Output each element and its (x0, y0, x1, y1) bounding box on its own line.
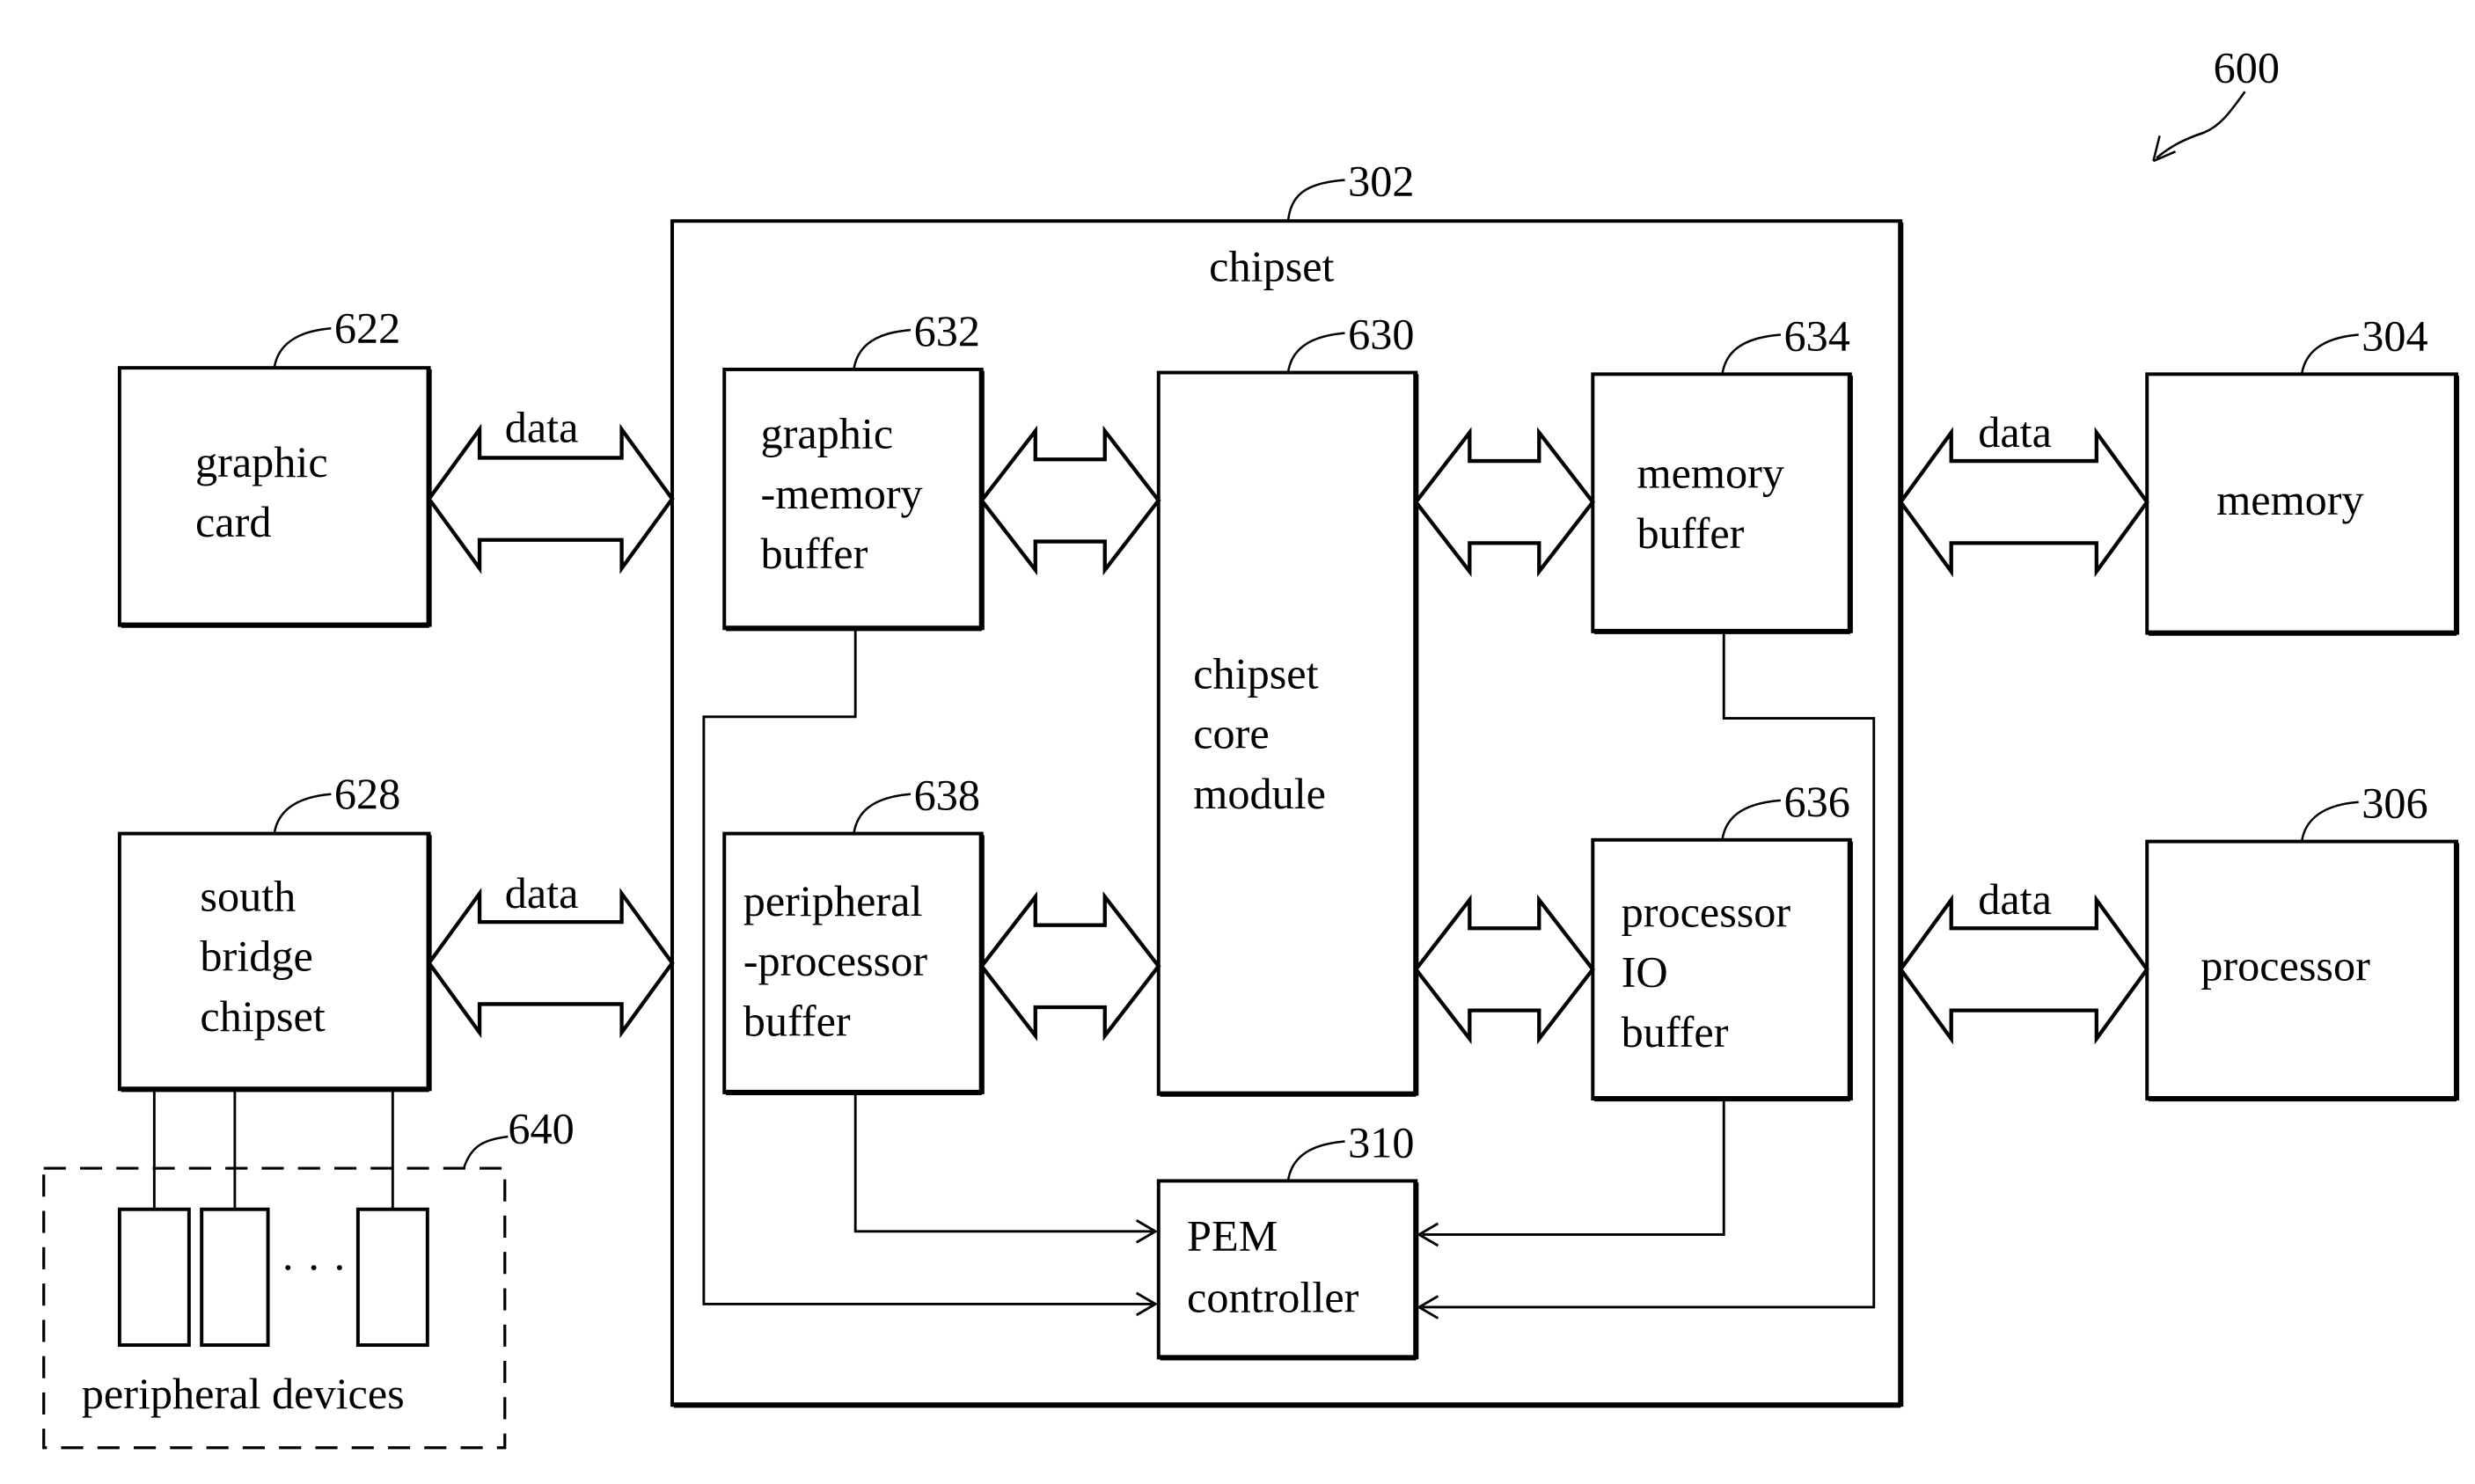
processor-bus-label: data (1978, 874, 2052, 924)
processor-io-buffer-label-line1: processor (1622, 887, 1791, 936)
peripheral-devices-ellipsis: · · · (281, 1242, 347, 1291)
chipset-ref-leader (1286, 179, 1345, 222)
memory-bus-label: data (1978, 407, 2052, 457)
south-bridge-label-line3: chipset (200, 991, 325, 1041)
chipset-core-module-ref: 630 (1348, 310, 1414, 359)
memory-block[interactable]: 304 memory (2145, 311, 2460, 636)
peripheral-processor-buffer-ref: 638 (914, 771, 980, 820)
chipset-core-module-label-line2: core (1193, 709, 1269, 758)
pem-controller-label-line2: controller (1187, 1272, 1359, 1321)
south-bridge-block[interactable]: 628 south bridge chipset (117, 769, 432, 1093)
peripheral-devices-ref-leader (462, 1135, 509, 1169)
processor-label: processor (2200, 940, 2370, 990)
graphic-memory-buffer-label-line3: buffer (761, 529, 868, 578)
processor-ref: 306 (2362, 779, 2427, 828)
south-bridge-ref-leader (273, 793, 332, 834)
graphic-card-box[interactable] (117, 366, 431, 627)
peripheral-device-1[interactable] (117, 1207, 191, 1348)
south-bridge-label-line2: bridge (200, 932, 312, 981)
south-bridge-ref: 628 (334, 769, 400, 818)
graphic-memory-buffer-label-line1: graphic (761, 409, 894, 458)
chipset-core-module-label-line1: chipset (1193, 648, 1318, 698)
peripheral-devices-ref: 640 (508, 1103, 574, 1152)
peripheral-devices-group: 640 · · · peripheral devices (42, 1089, 575, 1450)
graphic-card-ref: 622 (334, 303, 400, 352)
figure-ref-600: 600 (2214, 42, 2280, 91)
processor-io-buffer-ref: 636 (1783, 777, 1849, 826)
figure-ref-arrow (2156, 91, 2246, 159)
pem-controller-box[interactable] (1156, 1179, 1418, 1360)
memory-buffer-ref: 634 (1783, 311, 1849, 360)
memory-label: memory (2216, 475, 2363, 524)
graphic-memory-buffer-label-line2: -memory (761, 469, 923, 518)
south-bridge-label-line1: south (200, 872, 296, 921)
memory-buffer-box[interactable] (1591, 372, 1852, 633)
peripheral-processor-buffer-label-line1: peripheral (743, 876, 923, 925)
graphic-card-block[interactable]: 622 graphic card (117, 303, 432, 628)
chipset-label: chipset (1209, 241, 1334, 290)
south-bridge-bus-label: data (505, 868, 579, 917)
graphic-card-label-line2: card (195, 497, 271, 546)
graphic-card-bus-label: data (505, 403, 579, 452)
pem-controller-label-line1: PEM (1187, 1210, 1278, 1260)
graphic-card-label-line1: graphic (195, 437, 328, 486)
peripheral-device-2[interactable] (200, 1207, 270, 1348)
chipset-core-module-block[interactable]: 630 chipset core module (1156, 310, 1419, 1097)
memory-ref-leader (2300, 333, 2359, 375)
peripheral-device-n[interactable] (355, 1207, 429, 1348)
graphic-memory-buffer-ref: 632 (914, 306, 980, 355)
figure-reference: 600 (2152, 42, 2280, 163)
memory-buffer-label-line1: memory (1637, 449, 1784, 498)
processor-ref-leader (2300, 800, 2359, 842)
peripheral-processor-buffer-label-line2: -processor (743, 936, 928, 985)
peripheral-devices-label: peripheral devices (82, 1369, 405, 1418)
chipset-core-module-label-line3: module (1193, 769, 1326, 818)
memory-ref: 304 (2362, 311, 2427, 360)
memory-buffer-label-line2: buffer (1637, 508, 1745, 558)
block-diagram: 600 302 chipset 622 graphic card 628 sou… (42, 42, 2460, 1450)
chipset-ref: 302 (1348, 157, 1414, 206)
processor-io-buffer-label-line2: IO (1622, 947, 1668, 997)
graphic-card-ref-leader (273, 327, 332, 369)
processor-block[interactable]: 306 processor (2145, 779, 2460, 1102)
peripheral-processor-buffer-label-line3: buffer (743, 996, 851, 1045)
pem-controller-ref: 310 (1348, 1118, 1414, 1167)
processor-io-buffer-label-line3: buffer (1622, 1007, 1729, 1056)
